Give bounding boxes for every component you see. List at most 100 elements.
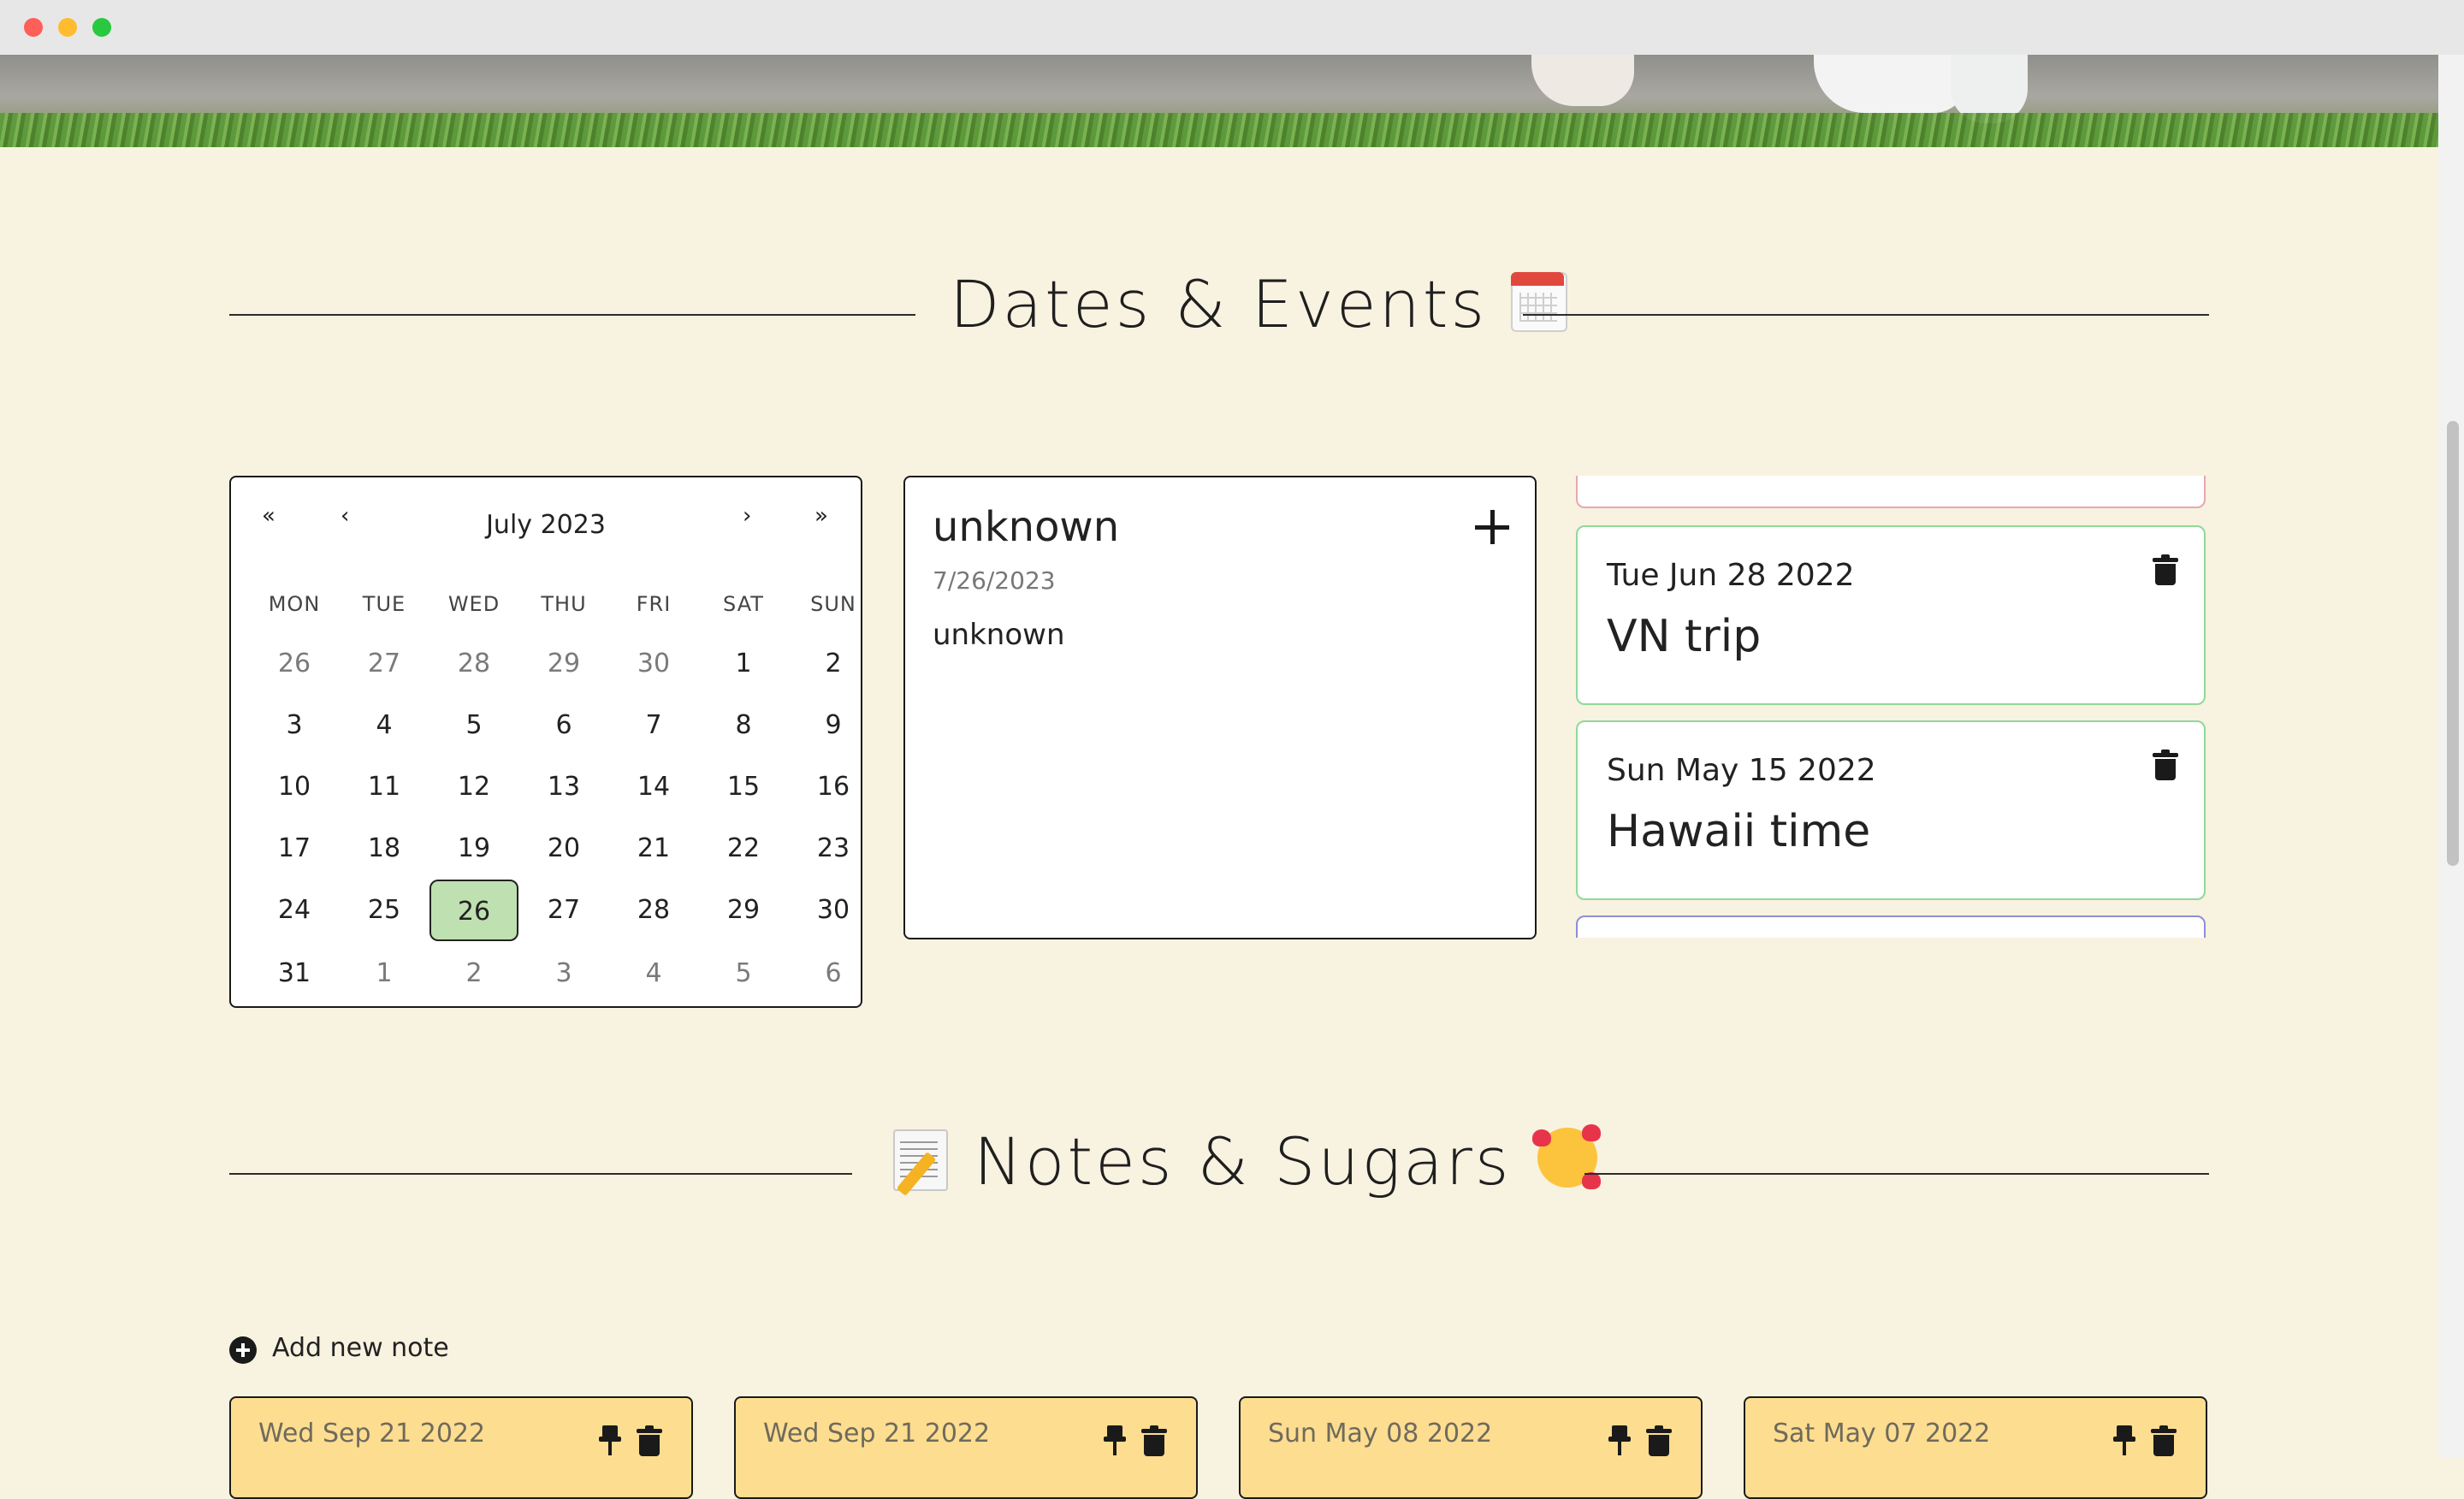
event-card-partial-bottom[interactable] — [1576, 915, 2206, 938]
calendar-weekday-header: WED — [447, 592, 500, 616]
pin-note-icon[interactable] — [1608, 1425, 1631, 1456]
calendar-day[interactable]: 9 — [789, 695, 878, 756]
event-card-date: Tue Jun 28 2022 — [1607, 558, 1855, 593]
event-card-title: VN trip — [1607, 611, 1762, 662]
calendar-day[interactable]: 24 — [250, 880, 339, 941]
note-card[interactable]: Sat May 07 2022 — [1744, 1396, 2207, 1499]
note-card[interactable]: Wed Sep 21 2022 — [229, 1396, 693, 1499]
event-card-title: Hawaii time — [1607, 806, 1871, 857]
calendar-day[interactable]: 5 — [699, 943, 788, 1004]
calendar-day[interactable]: 30 — [609, 633, 698, 695]
calendar-day[interactable]: 6 — [789, 943, 878, 1004]
event-detail-title: unknown — [933, 503, 1120, 551]
calendar-day[interactable]: 1 — [699, 633, 788, 695]
calendar-day[interactable]: 20 — [519, 818, 608, 880]
calendar-weekday-header: THU — [541, 592, 587, 616]
pin-note-icon[interactable] — [1104, 1425, 1126, 1456]
calendar-day[interactable]: 8 — [699, 695, 788, 756]
calendar-day[interactable]: 2 — [789, 633, 878, 695]
calendar-day-selected[interactable]: 26 — [429, 880, 518, 941]
event-detail-card: unknown 7/26/2023 unknown — [903, 476, 1537, 939]
calendar-month-label[interactable]: July 2023 — [231, 510, 861, 540]
page-scrollbar-thumb[interactable] — [2447, 421, 2459, 866]
calendar-day[interactable]: 5 — [429, 695, 518, 756]
calendar-widget: « ‹ July 2023 › » MON TUE WED THU FRI SAT SUN … — [229, 476, 862, 1008]
calendar-next-year-button[interactable]: » — [814, 503, 828, 529]
calendar-next-month-button[interactable]: › — [743, 503, 751, 529]
calendar-day[interactable]: 21 — [609, 818, 698, 880]
calendar-day[interactable]: 25 — [340, 880, 429, 941]
event-list[interactable]: Tue Jun 28 2022 VN trip Sun May 15 2022 … — [1574, 476, 2211, 938]
note-card[interactable]: Sun May 08 2022 — [1239, 1396, 1703, 1499]
calendar-day[interactable]: 1 — [340, 943, 429, 1004]
calendar-day[interactable]: 15 — [699, 756, 788, 818]
calendar-day[interactable]: 27 — [519, 880, 608, 941]
note-card[interactable]: Wed Sep 21 2022 — [734, 1396, 1198, 1499]
add-event-plus-icon[interactable] — [1475, 510, 1509, 544]
delete-note-trash-icon[interactable] — [637, 1425, 662, 1456]
calendar-day[interactable]: 30 — [789, 880, 878, 941]
page-scrollbar[interactable] — [2438, 55, 2464, 1458]
close-window-button[interactable] — [24, 18, 43, 37]
section-divider-right — [1523, 314, 2209, 316]
calendar-day[interactable]: 14 — [609, 756, 698, 818]
calendar-day[interactable]: 23 — [789, 818, 878, 880]
calendar-day[interactable]: 16 — [789, 756, 878, 818]
smiling-face-with-hearts-emoji-icon — [1531, 1123, 1602, 1193]
delete-note-trash-icon[interactable] — [1141, 1425, 1167, 1456]
maximize-window-button[interactable] — [92, 18, 111, 37]
calendar-weekday-header: FRI — [636, 592, 672, 616]
calendar-day[interactable]: 2 — [429, 943, 518, 1004]
calendar-day[interactable]: 4 — [609, 943, 698, 1004]
calendar-emoji-icon — [1507, 265, 1568, 332]
delete-event-trash-icon[interactable] — [2153, 554, 2178, 585]
notes-section-title: Notes & Sugars — [890, 1123, 1602, 1200]
calendar-day[interactable]: 11 — [340, 756, 429, 818]
delete-event-trash-icon[interactable] — [2153, 750, 2178, 780]
calendar-day[interactable]: 28 — [609, 880, 698, 941]
delete-note-trash-icon[interactable] — [1646, 1425, 1672, 1456]
add-circle-icon — [229, 1336, 257, 1364]
note-card-date: Wed Sep 21 2022 — [258, 1419, 486, 1449]
calendar-day[interactable]: 6 — [519, 695, 608, 756]
notes-section-title-text: Notes & Sugars — [974, 1123, 1512, 1200]
hero-photo-shoe — [1531, 55, 1634, 106]
calendar-day[interactable]: 29 — [699, 880, 788, 941]
delete-note-trash-icon[interactable] — [2151, 1425, 2177, 1456]
hero-photo — [0, 55, 2438, 147]
hero-photo-grass — [0, 113, 2438, 147]
pin-note-icon[interactable] — [2113, 1425, 2135, 1456]
calendar-day[interactable]: 29 — [519, 633, 608, 695]
calendar-day[interactable]: 22 — [699, 818, 788, 880]
section-divider-left — [229, 314, 915, 316]
minimize-window-button[interactable] — [58, 18, 77, 37]
dates-section-title: Dates & Events — [950, 265, 1568, 342]
calendar-day[interactable]: 3 — [250, 695, 339, 756]
pin-note-icon[interactable] — [599, 1425, 621, 1456]
calendar-day[interactable]: 17 — [250, 818, 339, 880]
calendar-day[interactable]: 28 — [429, 633, 518, 695]
calendar-day[interactable]: 13 — [519, 756, 608, 818]
section-divider-left — [229, 1173, 852, 1175]
event-card[interactable]: Sun May 15 2022 Hawaii time — [1576, 720, 2206, 900]
event-detail-date: 7/26/2023 — [933, 566, 1056, 595]
calendar-day[interactable]: 31 — [250, 943, 339, 1004]
calendar-day[interactable]: 19 — [429, 818, 518, 880]
event-card[interactable]: Tue Jun 28 2022 VN trip — [1576, 525, 2206, 705]
window-titlebar — [0, 0, 2464, 55]
hero-photo-shoe — [1814, 55, 1968, 113]
calendar-weekday-header: MON — [268, 592, 321, 616]
calendar-day[interactable]: 7 — [609, 695, 698, 756]
calendar-weekday-header: TUE — [362, 592, 406, 616]
calendar-day[interactable]: 3 — [519, 943, 608, 1004]
calendar-weekday-header: SAT — [723, 592, 764, 616]
calendar-day[interactable]: 12 — [429, 756, 518, 818]
calendar-day[interactable]: 26 — [250, 633, 339, 695]
calendar-day[interactable]: 27 — [340, 633, 429, 695]
calendar-day[interactable]: 10 — [250, 756, 339, 818]
note-card-date: Sun May 08 2022 — [1268, 1419, 1493, 1449]
event-card-partial-top[interactable] — [1576, 476, 2206, 508]
event-card-date: Sun May 15 2022 — [1607, 753, 1876, 788]
calendar-day[interactable]: 18 — [340, 818, 429, 880]
calendar-day[interactable]: 4 — [340, 695, 429, 756]
